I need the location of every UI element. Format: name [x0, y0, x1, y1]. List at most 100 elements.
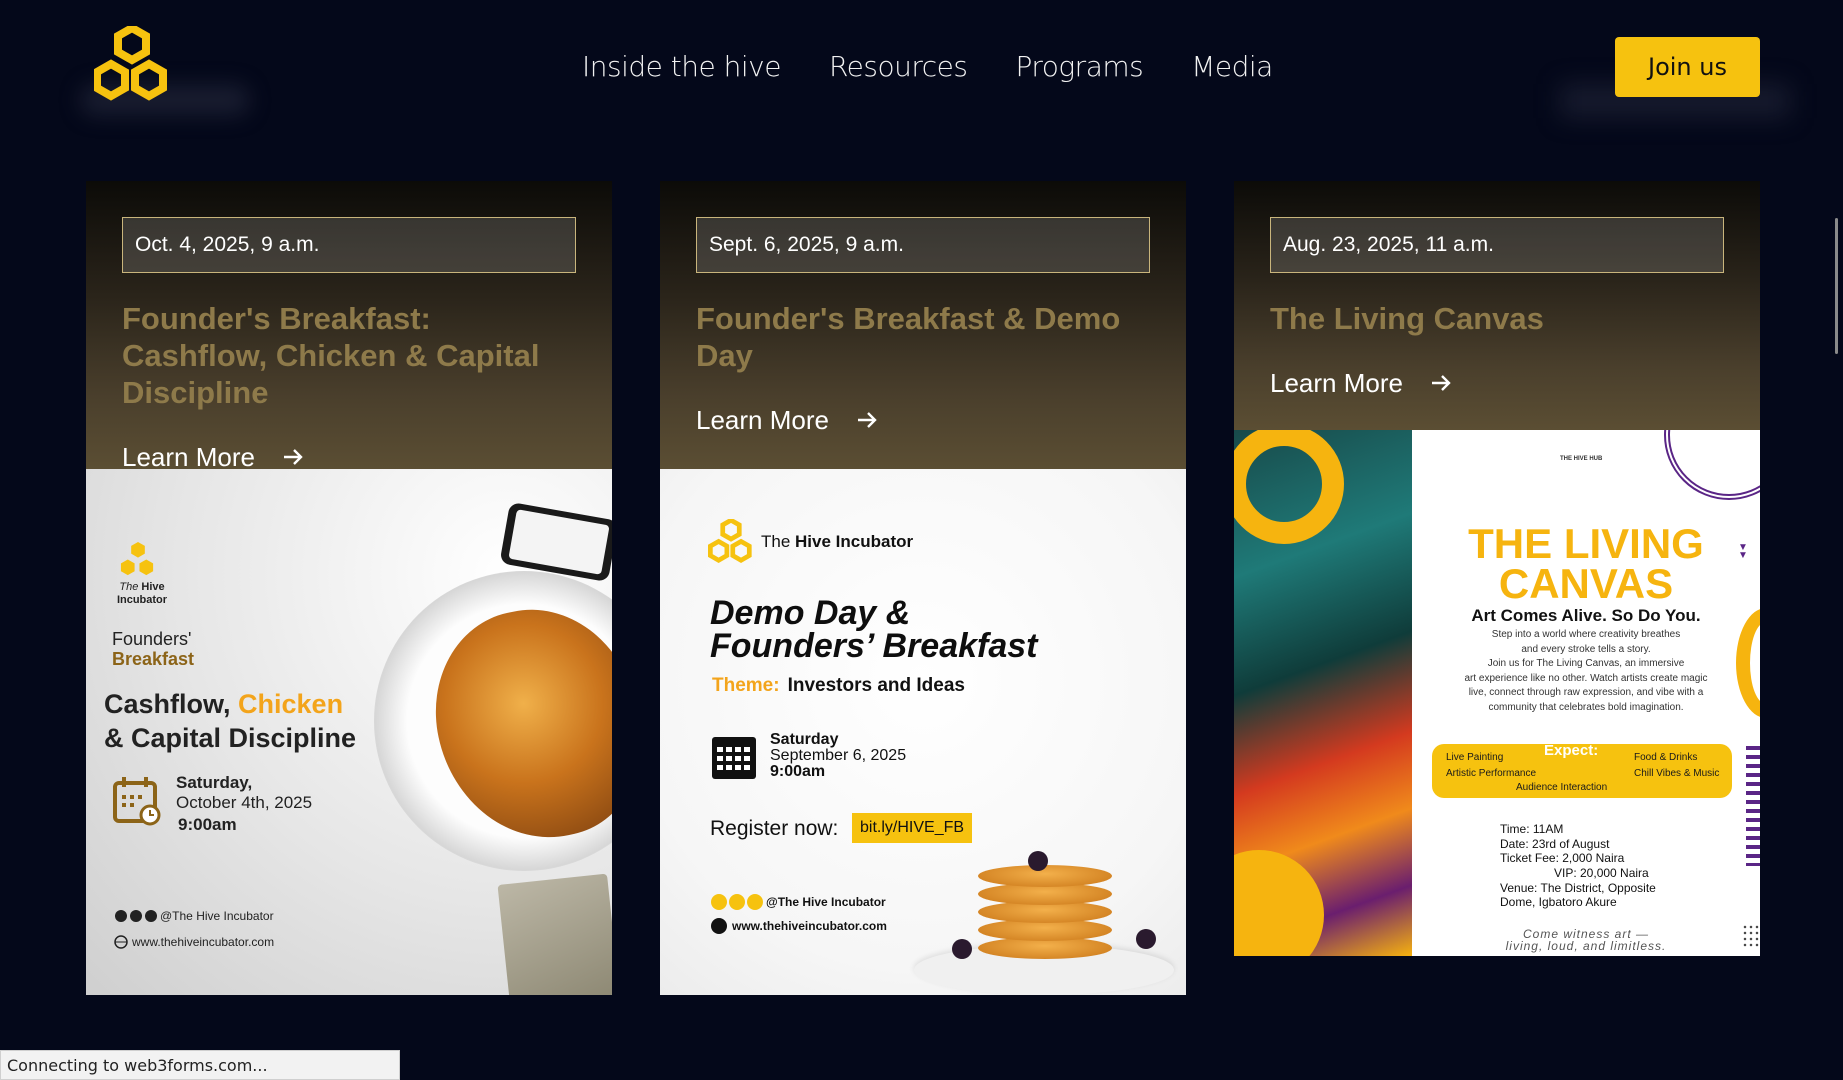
- poster-website: www.thehiveincubator.com: [114, 935, 274, 949]
- learn-more-label: Learn More: [122, 441, 255, 472]
- event-card-header: Oct. 4, 2025, 9 a.m. Founder's Breakfast…: [86, 181, 612, 472]
- poster-day: Saturday,: [176, 773, 253, 792]
- calendar-icon: [712, 737, 756, 779]
- arrow-right-icon: [857, 412, 877, 428]
- poster-description: Step into a world where creativity breat…: [1430, 628, 1742, 715]
- poster-website: www.thehiveincubator.com: [710, 917, 887, 935]
- poster-brand: The Hive Incubator: [112, 581, 172, 607]
- poster-tagline: Come witness art — living, loud, and lim…: [1412, 928, 1760, 952]
- poster-fee: Ticket Fee: 2,000 Naira: [1500, 851, 1625, 865]
- expect-item: Food & Drinks: [1634, 752, 1698, 763]
- event-card: Sept. 6, 2025, 9 a.m. Founder's Breakfas…: [660, 181, 1186, 995]
- phone-image: [499, 501, 612, 583]
- social-handle: @The Hive Incubator: [766, 895, 886, 909]
- desc-line: Step into a world where creativity breat…: [1491, 629, 1681, 640]
- title-line: CANVAS: [1498, 560, 1674, 607]
- event-title: The Living Canvas: [1270, 301, 1544, 336]
- event-poster[interactable]: ▼ ▼ THE HIVE HUB THE LIVING CANVAS Art Co…: [1234, 430, 1760, 956]
- site-header: Inside the hive Resources Programs Media…: [0, 0, 1843, 140]
- nav-programs[interactable]: Programs: [1015, 50, 1143, 83]
- event-date: Aug. 23, 2025, 11 a.m.: [1270, 217, 1724, 273]
- learn-more-link[interactable]: Learn More: [696, 398, 879, 442]
- desc-line: Join us for The Living Canvas, an immers…: [1487, 658, 1685, 669]
- expect-item: Live Painting: [1446, 752, 1504, 763]
- poster-date: October 4th, 2025: [176, 793, 313, 812]
- decor-dots: [1742, 924, 1760, 948]
- learn-more-link[interactable]: Learn More: [1270, 361, 1453, 405]
- poster-venue: Venue: The District, Opposite: [1500, 881, 1656, 895]
- event-title: Founder's Breakfast: Cashflow, Chicken &…: [122, 301, 540, 410]
- event-poster[interactable]: The Hive Incubator Founders' Breakfast C…: [86, 469, 612, 995]
- nav-inside-the-hive[interactable]: Inside the hive: [582, 50, 781, 83]
- poster-title: THE LIVING CANVAS: [1412, 523, 1760, 607]
- poster-social: @The Hive Incubator: [114, 909, 274, 923]
- theme-value: Investors and Ideas: [787, 675, 965, 696]
- desc-line: art experience like no other. Watch arti…: [1464, 672, 1708, 684]
- expect-item: Artistic Performance: [1446, 768, 1537, 779]
- social-handle: @The Hive Incubator: [160, 909, 274, 923]
- hive-logo-icon[interactable]: [94, 26, 170, 104]
- headline-highlight: Chicken: [238, 689, 344, 719]
- poster-theme: Theme: Investors and Ideas: [712, 675, 965, 697]
- blackberry-image: [1028, 851, 1048, 871]
- banknotes-image: [497, 873, 612, 995]
- blackberry-image: [952, 939, 972, 959]
- scrollbar-thumb[interactable]: [1835, 218, 1838, 354]
- poster-hub-logo: THE HIVE HUB: [1560, 456, 1603, 462]
- theme-label: Theme:: [712, 675, 780, 696]
- globe-icon: [711, 918, 727, 934]
- learn-more-label: Learn More: [1270, 367, 1403, 398]
- headline-part: & Capital Discipline: [104, 723, 357, 753]
- event-poster[interactable]: The Hive Incubator Demo Day & Founders’ …: [660, 469, 1186, 995]
- learn-more-label: Learn More: [696, 404, 829, 435]
- poster-date: Date: 23rd of August: [1500, 837, 1610, 851]
- event-card: Oct. 4, 2025, 9 a.m. Founder's Breakfast…: [86, 181, 612, 995]
- poster-label-highlight: Breakfast: [112, 649, 195, 669]
- headline-part: Founders’ Breakfast: [710, 627, 1038, 665]
- poster-vip-fee: VIP: 20,000 Naira: [1554, 866, 1649, 880]
- blackberry-image: [1136, 929, 1156, 949]
- event-title: Founder's Breakfast & Demo Day: [696, 301, 1121, 373]
- register-link: bit.ly/HIVE_FB: [852, 813, 973, 843]
- website-url: www.thehiveincubator.com: [132, 935, 275, 949]
- arrow-right-icon: [1431, 375, 1451, 391]
- headline-part: Cashflow,: [104, 689, 231, 719]
- desc-line: community that celebrates bold imaginati…: [1488, 701, 1684, 713]
- phone-screen: [508, 509, 610, 575]
- event-card: Aug. 23, 2025, 11 a.m. The Living Canvas…: [1234, 181, 1760, 956]
- desc-line: and every stroke tells a story.: [1521, 643, 1651, 655]
- website-url: www.thehiveincubator.com: [732, 919, 887, 933]
- poster-time: Time: 11AM: [1500, 822, 1564, 836]
- poster-brand: The Hive Incubator: [761, 532, 913, 552]
- poster-venue: Dome, Igbatoro Akure: [1500, 895, 1617, 909]
- brand-name: Hive Incubator: [795, 532, 914, 551]
- poster-time: 9:00am: [770, 763, 826, 780]
- expect-label: Expect:: [1544, 742, 1599, 759]
- poster-social: @The Hive Incubator: [710, 893, 886, 911]
- poster-headline: Cashflow, Chicken & Capital Discipline: [104, 687, 356, 755]
- browser-status-bar: Connecting to web3forms.com...: [0, 1050, 400, 1080]
- poster-time: 9:00am: [178, 815, 237, 834]
- poster-label: Founders': [112, 629, 192, 649]
- calendar-icon: [113, 777, 161, 826]
- nav-media[interactable]: Media: [1191, 50, 1273, 83]
- globe-icon: [114, 935, 128, 949]
- expect-item: Chill Vibes & Music: [1634, 768, 1720, 779]
- tagline-line: living, loud, and limitless.: [1505, 939, 1667, 953]
- nav-resources[interactable]: Resources: [829, 50, 968, 83]
- poster-subtitle: Art Comes Alive. So Do You.: [1471, 606, 1701, 625]
- brand-prefix: The: [761, 532, 791, 551]
- register-label: Register now:: [710, 817, 839, 840]
- brand-prefix: The: [119, 581, 139, 593]
- join-us-button[interactable]: Join us: [1615, 37, 1760, 97]
- event-date: Oct. 4, 2025, 9 a.m.: [122, 217, 576, 273]
- main-nav: Inside the hive Resources Programs Media: [582, 50, 1321, 83]
- expect-item: Audience Interaction: [1516, 782, 1608, 793]
- pancake-image: [978, 865, 1112, 887]
- hive-logo-icon: [708, 519, 752, 563]
- arrow-right-icon: [283, 449, 303, 465]
- desc-line: live, connect through raw expression, an…: [1468, 687, 1704, 698]
- poster-headline: Demo Day & Founders’ Breakfast: [710, 596, 1038, 665]
- decor-arc: [1664, 430, 1760, 500]
- event-card-header: Aug. 23, 2025, 11 a.m. The Living Canvas…: [1234, 181, 1760, 430]
